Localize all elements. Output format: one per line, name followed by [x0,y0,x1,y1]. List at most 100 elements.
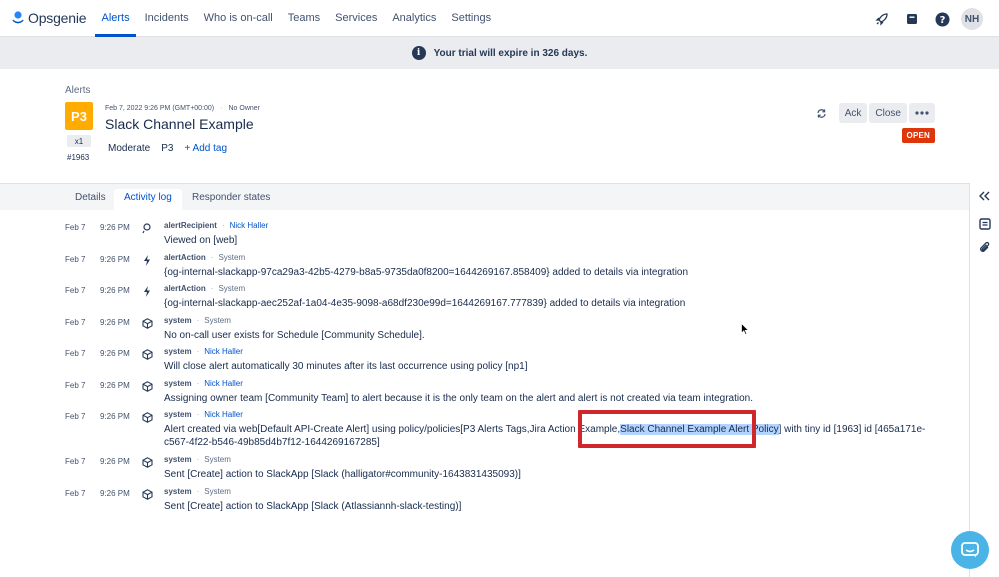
log-head: system · System [164,487,231,496]
breadcrumb-alerts[interactable]: Alerts [65,85,91,96]
alert-meta: Feb 7, 2022 9:26 PM (GMT+00:00) · No Own… [105,105,260,112]
log-actor: System [218,253,246,262]
log-actor: System [204,455,231,464]
add-tag-button[interactable]: + Add tag [180,142,231,155]
log-message: No on-call user exists for Schedule [Com… [164,330,425,341]
log-type: system [164,316,192,325]
log-separator: · [196,379,200,388]
status-badge: OPEN [901,128,935,143]
alert-tags: Moderate P3 + Add tag [104,142,231,155]
log-head: alertAction · System [164,284,245,293]
log-time: 9:26 PM [100,223,130,232]
top-navigation: Opsgenie Alerts Incidents Who is on-call… [0,0,999,37]
nav-analytics[interactable]: Analytics [385,0,444,36]
cube-icon [141,380,153,392]
log-type: alertAction [164,284,206,293]
log-time: 9:26 PM [100,349,130,358]
log-actor: System [204,487,231,496]
tab-activity-log[interactable]: Activity log [114,189,182,210]
log-date: Feb 7 [65,412,86,421]
tab-responder-states[interactable]: Responder states [182,189,280,206]
collapse-chevron-icon[interactable] [978,189,992,203]
log-time: 9:26 PM [100,286,130,295]
log-message: {og-internal-slackapp-aec252af-1a04-4e35… [164,298,686,309]
more-actions-icon[interactable] [909,103,935,123]
nav-incidents[interactable]: Incidents [137,0,196,36]
nav-settings[interactable]: Settings [444,0,499,36]
priority-badge: P3 [65,102,93,130]
attachment-icon[interactable] [978,240,992,254]
log-actor-link[interactable]: Nick Haller [204,410,243,419]
nav-alerts[interactable]: Alerts [94,0,137,37]
log-date: Feb 7 [65,286,86,295]
book-icon[interactable] [901,8,923,30]
opsgenie-logo-icon [12,11,24,24]
log-time: 9:26 PM [100,255,130,264]
log-time: 9:26 PM [100,412,130,421]
log-separator: · [196,410,200,419]
log-separator: · [210,253,214,262]
log-message-part: Alert created via web[Default API-Create… [164,424,621,435]
log-date: Feb 7 [65,489,86,498]
log-head: alertAction · System [164,253,245,262]
tab-details[interactable]: Details [65,189,116,206]
log-separator: · [210,284,214,293]
log-actor-link[interactable]: Nick Haller [230,221,269,230]
log-type: alertRecipient [164,221,217,230]
log-head: system · System [164,316,231,325]
log-date: Feb 7 [65,223,86,232]
log-actor: System [218,284,246,293]
help-icon[interactable]: ? [931,8,953,30]
refresh-icon[interactable] [811,103,833,123]
trial-banner-text: Your trial will expire in 326 days. [433,47,588,59]
log-type: system [164,455,192,464]
meta-separator: · [220,105,223,112]
app-name: Opsgenie [28,10,87,26]
nav-services[interactable]: Services [328,0,385,36]
log-head: system · System [164,455,231,464]
cube-icon [141,456,153,468]
log-head: alertRecipient · Nick Haller [164,221,268,230]
highlight-annotation-box [578,410,756,448]
user-avatar[interactable]: NH [961,8,983,30]
notes-icon[interactable] [978,217,992,231]
alert-created-time: Feb 7, 2022 9:26 PM (GMT+00:00) [105,105,215,112]
chat-support-button[interactable] [951,531,989,569]
alert-owner: No Owner [228,105,260,112]
cube-icon [141,411,153,423]
log-time: 9:26 PM [100,381,130,390]
main-nav: Alerts Incidents Who is on-call Teams Se… [94,0,499,37]
alert-actions: Ack Close [811,103,935,123]
log-head: system · Nick Haller [164,347,243,356]
log-actor: System [204,316,231,325]
cube-icon [141,488,153,500]
log-type: system [164,410,192,419]
bolt-icon [141,285,153,297]
log-date: Feb 7 [65,381,86,390]
tag-moderate[interactable]: Moderate [104,142,155,155]
log-separator: · [196,316,200,325]
log-date: Feb 7 [65,318,86,327]
alert-title: Slack Channel Example [105,116,254,132]
nav-teams[interactable]: Teams [280,0,327,36]
log-actor-link[interactable]: Nick Haller [204,379,243,388]
eye-icon [141,222,153,234]
info-icon: i [411,46,426,60]
trial-banner: i Your trial will expire in 326 days. [0,37,999,69]
nav-who-is-on-call[interactable]: Who is on-call [196,0,280,36]
side-panel [969,183,999,577]
log-separator: · [196,487,200,496]
close-button[interactable]: Close [869,103,907,123]
svg-text:?: ? [939,15,945,26]
log-time: 9:26 PM [100,318,130,327]
rocket-icon[interactable] [871,8,893,30]
log-time: 9:26 PM [100,457,130,466]
cube-icon [141,348,153,360]
log-message: {og-internal-slackapp-97ca29a3-42b5-4279… [164,267,689,278]
bolt-icon [141,254,153,266]
opsgenie-logo[interactable]: Opsgenie [12,10,87,26]
tag-p3[interactable]: P3 [157,142,178,155]
log-actor-link[interactable]: Nick Haller [204,347,243,356]
chat-icon [961,542,979,558]
ack-button[interactable]: Ack [838,103,868,123]
